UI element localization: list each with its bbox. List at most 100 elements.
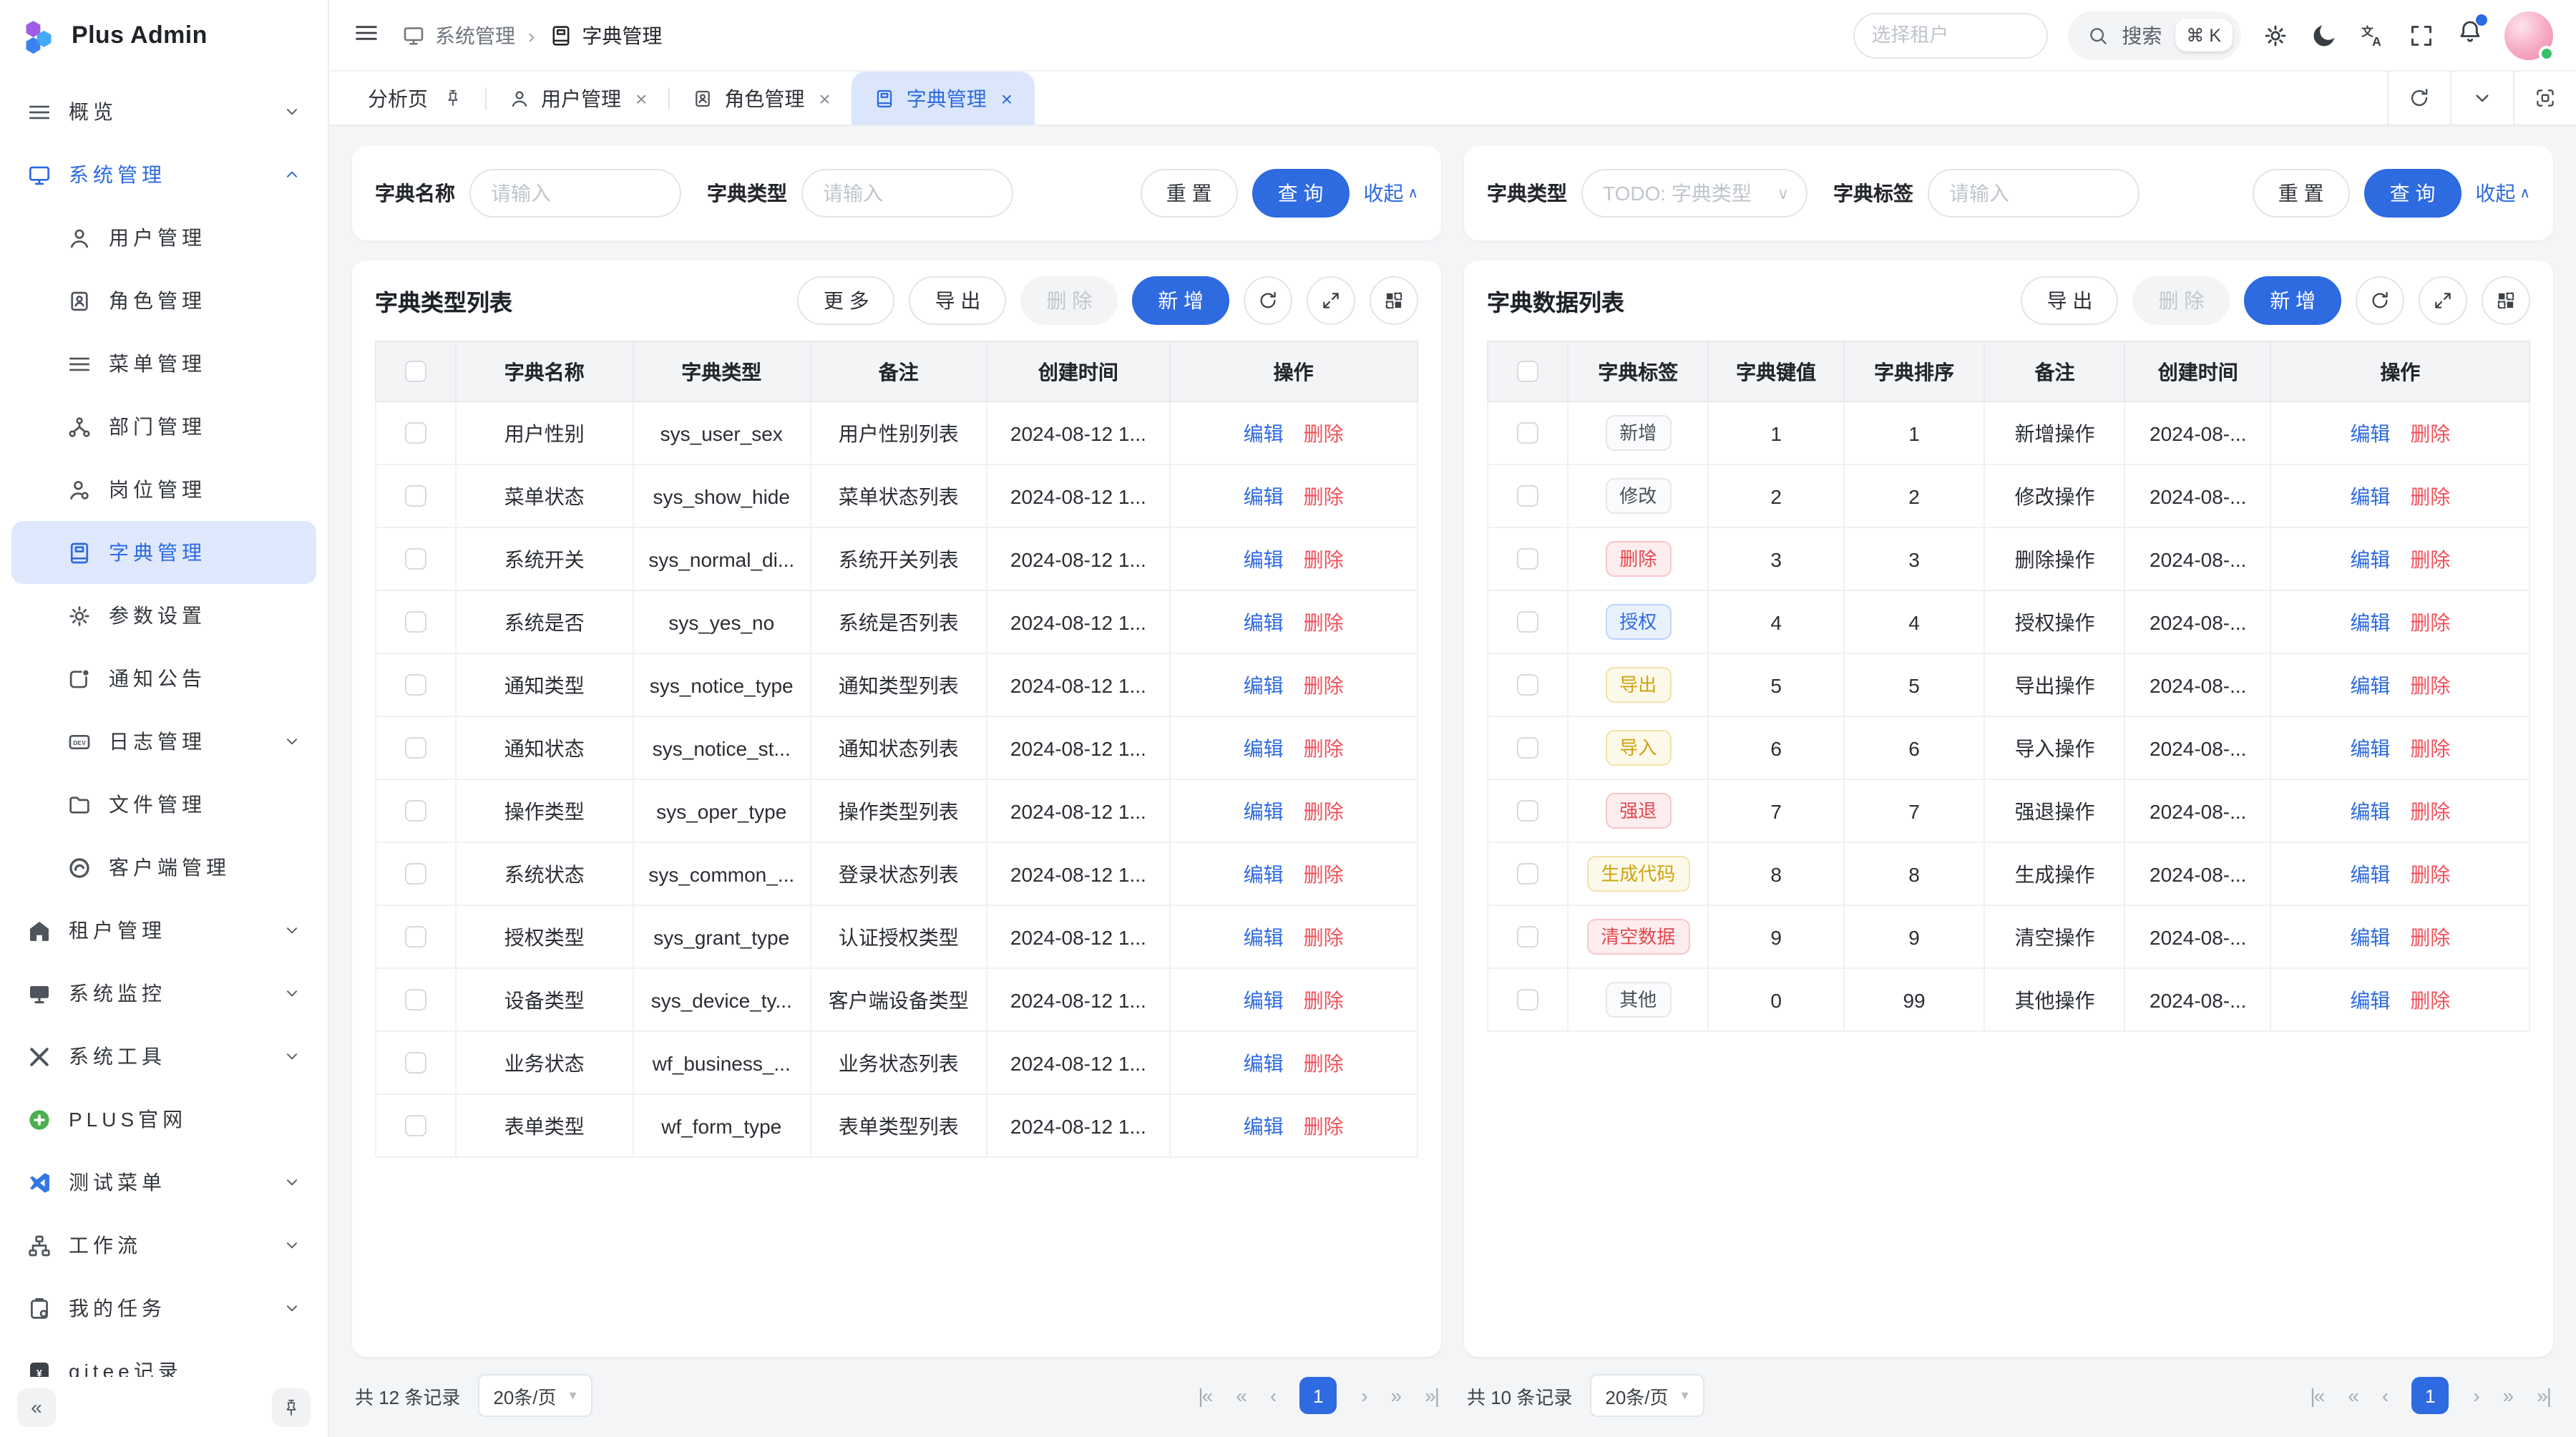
sidebar-item[interactable]: 部门管理 — [11, 395, 316, 458]
first-page-button[interactable]: |« — [2310, 1384, 2323, 1407]
delete-link[interactable]: 删除 — [2410, 922, 2450, 951]
row-checkbox[interactable] — [1517, 989, 1538, 1010]
search-input[interactable] — [801, 169, 1013, 218]
search-input[interactable] — [1928, 169, 2140, 218]
sidebar-item[interactable]: 系统管理 — [11, 143, 316, 206]
next-page-button[interactable]: › — [1361, 1384, 1366, 1407]
columns-button[interactable] — [1370, 276, 1418, 325]
edit-link[interactable]: 编辑 — [2350, 419, 2390, 447]
delete-link[interactable]: 删除 — [1304, 859, 1344, 888]
sidebar-item[interactable]: 字典管理 — [11, 521, 316, 584]
expand-button[interactable] — [2419, 276, 2467, 325]
last-page-button[interactable]: »| — [1425, 1384, 1438, 1407]
sidebar-item[interactable]: 系统工具 — [11, 1025, 316, 1088]
export-button[interactable]: 导 出 — [909, 276, 1007, 325]
sidebar-item[interactable]: 租户管理 — [11, 899, 316, 962]
sidebar-item[interactable]: 用户管理 — [11, 206, 316, 269]
breadcrumb-item-current[interactable]: 字典管理 — [547, 21, 662, 49]
delete-link[interactable]: 删除 — [2410, 608, 2450, 636]
edit-link[interactable]: 编辑 — [2350, 734, 2390, 762]
sidebar-item[interactable]: 测试菜单 — [11, 1151, 316, 1214]
expand-button[interactable] — [1307, 276, 1355, 325]
edit-link[interactable]: 编辑 — [1244, 922, 1284, 951]
current-page[interactable]: 1 — [1299, 1377, 1337, 1414]
row-checkbox[interactable] — [405, 548, 426, 570]
delete-link[interactable]: 删除 — [1304, 734, 1344, 762]
reset-button[interactable]: 重 置 — [1141, 169, 1238, 218]
page-size-select[interactable]: 20条/页▾ — [1589, 1374, 1704, 1417]
breadcrumb-item[interactable]: 系统管理 — [401, 21, 515, 49]
sidebar-item[interactable]: 通知公告 — [11, 647, 316, 710]
edit-link[interactable]: 编辑 — [1244, 545, 1284, 573]
row-checkbox[interactable] — [1517, 611, 1538, 633]
delete-link[interactable]: 删除 — [2410, 985, 2450, 1014]
delete-link[interactable]: 删除 — [1304, 1048, 1344, 1077]
reset-button[interactable]: 重 置 — [2253, 169, 2350, 218]
prev-group-button[interactable]: « — [1236, 1384, 1246, 1407]
delete-link[interactable]: 删除 — [1304, 985, 1344, 1014]
delete-link[interactable]: 删除 — [2410, 671, 2450, 699]
delete-link[interactable]: 删除 — [2410, 482, 2450, 510]
prev-page-button[interactable]: ‹ — [2382, 1384, 2387, 1407]
delete-link[interactable]: 删除 — [2410, 797, 2450, 825]
row-checkbox[interactable] — [405, 737, 426, 759]
row-checkbox[interactable] — [405, 485, 426, 507]
more-button[interactable]: 更 多 — [798, 276, 895, 325]
sidebar-item[interactable]: PLUS官网 — [11, 1088, 316, 1151]
sidebar-item[interactable]: 文件管理 — [11, 773, 316, 836]
delete-link[interactable]: 删除 — [2410, 545, 2450, 573]
edit-link[interactable]: 编辑 — [1244, 1048, 1284, 1077]
user-avatar[interactable] — [2504, 11, 2553, 59]
query-button[interactable]: 查 询 — [1252, 169, 1350, 218]
delete-link[interactable]: 删除 — [2410, 419, 2450, 447]
select-all-checkbox[interactable] — [1517, 361, 1538, 382]
delete-link[interactable]: 删除 — [2410, 859, 2450, 888]
sidebar-pin-button[interactable] — [272, 1388, 311, 1426]
fullscreen-icon[interactable] — [2407, 21, 2436, 49]
delete-link[interactable]: 删除 — [1304, 922, 1344, 951]
tab[interactable]: 字典管理× — [852, 72, 1034, 125]
delete-link[interactable]: 删除 — [2410, 734, 2450, 762]
close-icon[interactable]: × — [635, 87, 647, 109]
row-checkbox[interactable] — [405, 926, 426, 948]
row-checkbox[interactable] — [1517, 485, 1538, 507]
sidebar-item[interactable]: 角色管理 — [11, 269, 316, 332]
row-checkbox[interactable] — [405, 1052, 426, 1073]
search-input[interactable] — [469, 169, 681, 218]
content-fullscreen-button[interactable] — [2513, 72, 2576, 125]
prev-group-button[interactable]: « — [2348, 1384, 2358, 1407]
sidebar-item[interactable]: 工作流 — [11, 1214, 316, 1277]
search-select[interactable]: TODO: 字典类型∨ — [1581, 169, 1807, 218]
add-button[interactable]: 新 增 — [2244, 276, 2341, 325]
sidebar-item[interactable]: 岗位管理 — [11, 458, 316, 521]
row-checkbox[interactable] — [405, 1115, 426, 1136]
sidebar-item[interactable]: 系统监控 — [11, 962, 316, 1025]
edit-link[interactable]: 编辑 — [1244, 608, 1284, 636]
next-group-button[interactable]: » — [1391, 1384, 1401, 1407]
sidebar-item[interactable]: ¥gitee记录 — [11, 1340, 316, 1377]
sidebar-collapse-button[interactable]: « — [17, 1388, 56, 1426]
columns-button[interactable] — [2482, 276, 2530, 325]
collapse-search-link[interactable]: 收起∧ — [2475, 179, 2530, 208]
row-checkbox[interactable] — [1517, 800, 1538, 822]
delete-link[interactable]: 删除 — [1304, 608, 1344, 636]
edit-link[interactable]: 编辑 — [2350, 922, 2390, 951]
tenant-select-input[interactable] — [1853, 12, 2047, 58]
edit-link[interactable]: 编辑 — [2350, 797, 2390, 825]
select-all-checkbox[interactable] — [405, 361, 426, 382]
prev-page-button[interactable]: ‹ — [1270, 1384, 1275, 1407]
close-icon[interactable]: × — [819, 87, 830, 109]
tab-menu-button[interactable] — [2450, 72, 2513, 125]
refresh-button[interactable] — [1244, 276, 1292, 325]
edit-link[interactable]: 编辑 — [1244, 985, 1284, 1014]
export-button[interactable]: 导 出 — [2021, 276, 2119, 325]
row-checkbox[interactable] — [1517, 737, 1538, 759]
sidebar-toggle-button[interactable] — [352, 19, 381, 52]
edit-link[interactable]: 编辑 — [2350, 985, 2390, 1014]
tab[interactable]: 分析页 — [346, 72, 485, 125]
notifications-button[interactable] — [2456, 17, 2484, 53]
sidebar-item[interactable]: 我的任务 — [11, 1277, 316, 1340]
delete-link[interactable]: 删除 — [1304, 671, 1344, 699]
row-checkbox[interactable] — [1517, 548, 1538, 570]
edit-link[interactable]: 编辑 — [1244, 419, 1284, 447]
